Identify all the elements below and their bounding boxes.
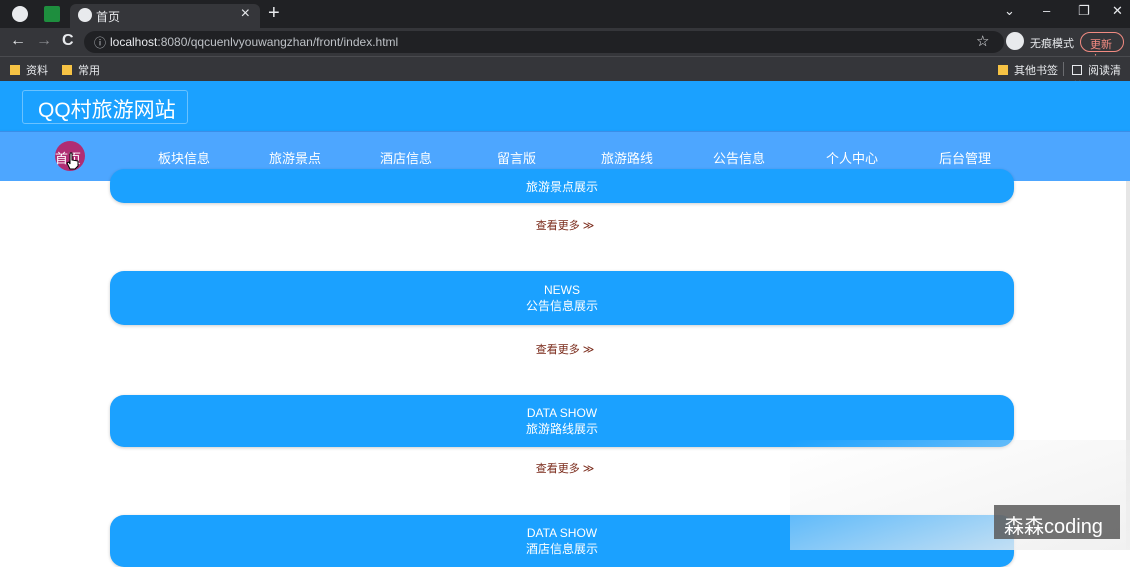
incognito-label: 无痕模式 <box>1030 38 1074 50</box>
section-header-notices: NEWS 公告信息展示 <box>110 271 1014 325</box>
view-more-link-notices[interactable]: 查看更多 ≫ <box>0 341 1130 357</box>
nav-item-board[interactable]: 板块信息 <box>158 148 210 167</box>
bookmark-folder-ziliao[interactable]: 资料 <box>10 62 48 78</box>
bookmark-star-icon[interactable]: ☆ <box>976 32 989 50</box>
section-title-cn: 旅游路线展示 <box>525 422 598 436</box>
update-button[interactable]: 更新 ⋮ <box>1080 32 1124 65</box>
new-tab-button[interactable]: + <box>268 2 280 25</box>
section-title-cn: 旅游景点展示 <box>525 180 598 194</box>
nav-item-attractions[interactable]: 旅游景点 <box>269 148 321 167</box>
bookmark-folder-other[interactable]: 其他书签 <box>998 62 1058 78</box>
section-title-en: NEWS <box>544 283 580 297</box>
site-header: QQ村旅游网站 <box>0 81 1130 131</box>
folder-icon <box>10 65 20 75</box>
site-info-icon[interactable]: ⓘ <box>94 34 106 51</box>
section-title-cn: 公告信息展示 <box>525 299 598 313</box>
tab-home[interactable]: 首页 × <box>70 4 260 28</box>
close-tab-icon[interactable]: × <box>241 5 250 23</box>
bookmark-folder-changyong[interactable]: 常用 <box>62 62 100 78</box>
address-bar-row: ← → C ⓘ localhost:8080/qqcuenlvyouwangzh… <box>0 28 1130 65</box>
bookmarks-bar: 资料 常用 其他书签 阅读清单 <box>0 56 1130 93</box>
url-host: localhost <box>110 35 158 49</box>
nav-item-admin[interactable]: 后台管理 <box>939 148 991 167</box>
back-button[interactable]: ← <box>10 32 26 50</box>
minimize-button[interactable]: – <box>1043 3 1050 18</box>
site-title: QQ村旅游网站 <box>38 99 176 122</box>
browser-tab-bar: 首页 × + ⌄ – ❐ ✕ <box>0 0 1130 28</box>
reload-button[interactable]: C <box>62 32 74 50</box>
url-path: :8080/qqcuenlvyouwangzhan/front/index.ht… <box>157 35 399 49</box>
bookmark-separator <box>1063 62 1064 76</box>
section-title-en: DATA SHOW <box>526 406 598 420</box>
close-window-button[interactable]: ✕ <box>1112 3 1123 19</box>
nav-item-routes[interactable]: 旅游路线 <box>601 148 653 167</box>
tab-title: 首页 <box>96 10 121 24</box>
url-text: localhost:8080/qqcuenlvyouwangzhan/front… <box>110 35 398 49</box>
nav-item-profile[interactable]: 个人中心 <box>826 148 878 167</box>
nav-item-notices[interactable]: 公告信息 <box>713 148 765 167</box>
sheets-tab-icon[interactable] <box>44 6 60 22</box>
incognito-icon[interactable] <box>1006 32 1024 50</box>
url-field[interactable]: ⓘ localhost:8080/qqcuenlvyouwangzhan/fro… <box>84 31 1004 53</box>
hand-cursor-icon <box>66 152 79 170</box>
nav-item-guestbook[interactable]: 留言版 <box>497 148 536 167</box>
maximize-button[interactable]: ❐ <box>1078 3 1090 19</box>
forward-button[interactable]: → <box>36 32 52 50</box>
folder-icon <box>62 65 72 75</box>
nav-item-hotels[interactable]: 酒店信息 <box>380 148 432 167</box>
globe-icon <box>78 8 92 22</box>
chrome-profile-icon[interactable] <box>12 6 28 22</box>
reading-list-icon <box>1072 65 1082 75</box>
section-header-attractions: 旅游景点展示 <box>110 169 1014 203</box>
tab-search-icon[interactable]: ⌄ <box>1004 3 1015 19</box>
view-more-link-attractions[interactable]: 查看更多 ≫ <box>0 217 1130 233</box>
watermark-label: 森森coding <box>994 505 1120 539</box>
folder-icon <box>998 65 1008 75</box>
